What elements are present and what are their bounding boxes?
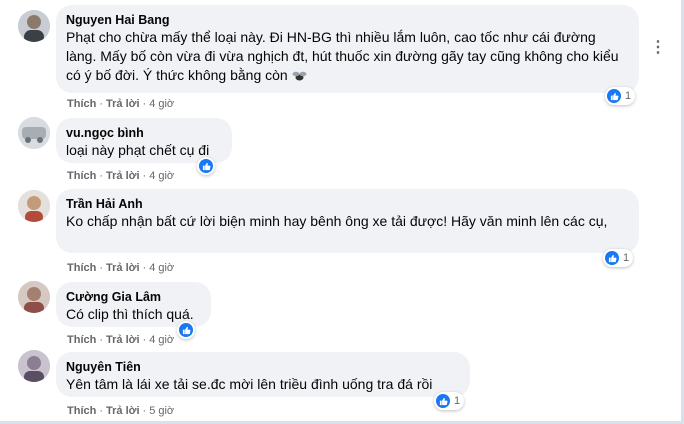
avatar[interactable] <box>18 10 50 42</box>
reaction-number: 1 <box>623 252 630 264</box>
avatar[interactable] <box>18 117 50 149</box>
like-reaction-icon <box>436 394 450 408</box>
timestamp[interactable]: 4 giờ <box>149 170 174 182</box>
like-link[interactable]: Thích <box>67 262 96 274</box>
comment-actions: Thích · Trả lời · 4 giờ <box>67 261 174 275</box>
reply-link[interactable]: Trả lời <box>106 405 140 417</box>
reaction-number: 1 <box>625 90 632 102</box>
comment-text: Ko chấp nhận bất cứ lời biện minh hay bê… <box>66 213 608 229</box>
like-reaction-icon <box>605 251 619 265</box>
reply-link[interactable]: Trả lời <box>106 170 140 182</box>
separator: · <box>142 405 147 417</box>
comment-body: Phạt cho chừa mấy thể loại này. Đi HN-BG… <box>66 29 619 83</box>
like-reaction-icon <box>199 159 213 173</box>
separator: · <box>99 98 104 110</box>
comment-actions: Thích · Trả lời · 5 giờ <box>67 404 174 418</box>
commenter-name[interactable]: Trần Hải Anh <box>66 196 629 212</box>
comment-bubble: Nguyen Hai Bang Phạt cho chừa mấy thể lo… <box>56 5 639 93</box>
avatar[interactable] <box>18 190 50 222</box>
like-link[interactable]: Thích <box>67 170 96 182</box>
timestamp[interactable]: 5 giờ <box>149 405 174 417</box>
like-link[interactable]: Thích <box>67 98 96 110</box>
reaction-number: 1 <box>454 395 461 407</box>
avatar[interactable] <box>18 350 50 382</box>
comment-actions: Thích · Trả lời · 4 giờ <box>67 333 174 347</box>
comment-text: Phạt cho chừa mấy thể loại này. Đi HN-BG… <box>66 28 629 85</box>
separator: · <box>99 262 104 274</box>
separator: · <box>142 262 147 274</box>
commenter-name[interactable]: Nguyen Hai Bang <box>66 12 629 28</box>
separator: · <box>99 405 104 417</box>
reply-link[interactable]: Trả lời <box>106 98 140 110</box>
timestamp[interactable]: 4 giờ <box>149 98 174 110</box>
separator: · <box>142 98 147 110</box>
avatar[interactable] <box>18 281 50 313</box>
comment-bubble: Nguyên Tiên Yên tâm là lái xe tải se.đc … <box>56 352 470 397</box>
reply-link[interactable]: Trả lời <box>106 334 140 346</box>
like-reaction-icon <box>607 89 621 103</box>
reaction-count[interactable] <box>197 157 215 175</box>
comment-text: Yên tâm là lái xe tải se.đc mời lên triề… <box>66 376 433 392</box>
more-options-icon[interactable]: ⋮ <box>650 39 666 56</box>
reply-link[interactable]: Trả lời <box>106 262 140 274</box>
timestamp[interactable]: 4 giờ <box>149 334 174 346</box>
separator: · <box>99 334 104 346</box>
separator: · <box>99 170 104 182</box>
like-link[interactable]: Thích <box>67 405 96 417</box>
fly-emoji-icon <box>292 71 307 81</box>
reaction-count[interactable]: 1 <box>603 249 634 267</box>
comment-actions: Thích · Trả lời · 4 giờ <box>67 169 174 183</box>
commenter-name[interactable]: Cường Gia Lâm <box>66 289 201 305</box>
reaction-count[interactable]: 1 <box>605 87 636 105</box>
like-link[interactable]: Thích <box>67 334 96 346</box>
reaction-count[interactable] <box>177 321 195 339</box>
comment-actions: Thích · Trả lời · 4 giờ <box>67 97 174 111</box>
comment-text: loại này phạt chết cụ đi <box>66 142 210 158</box>
timestamp[interactable]: 4 giờ <box>149 262 174 274</box>
reaction-count[interactable]: 1 <box>434 392 465 410</box>
commenter-name[interactable]: Nguyên Tiên <box>66 359 460 375</box>
separator: · <box>142 334 147 346</box>
separator: · <box>142 170 147 182</box>
comment-bubble: Trần Hải Anh Ko chấp nhận bất cứ lời biệ… <box>56 189 639 253</box>
like-reaction-icon <box>179 323 193 337</box>
commenter-name[interactable]: vu.ngọc bình <box>66 125 222 141</box>
